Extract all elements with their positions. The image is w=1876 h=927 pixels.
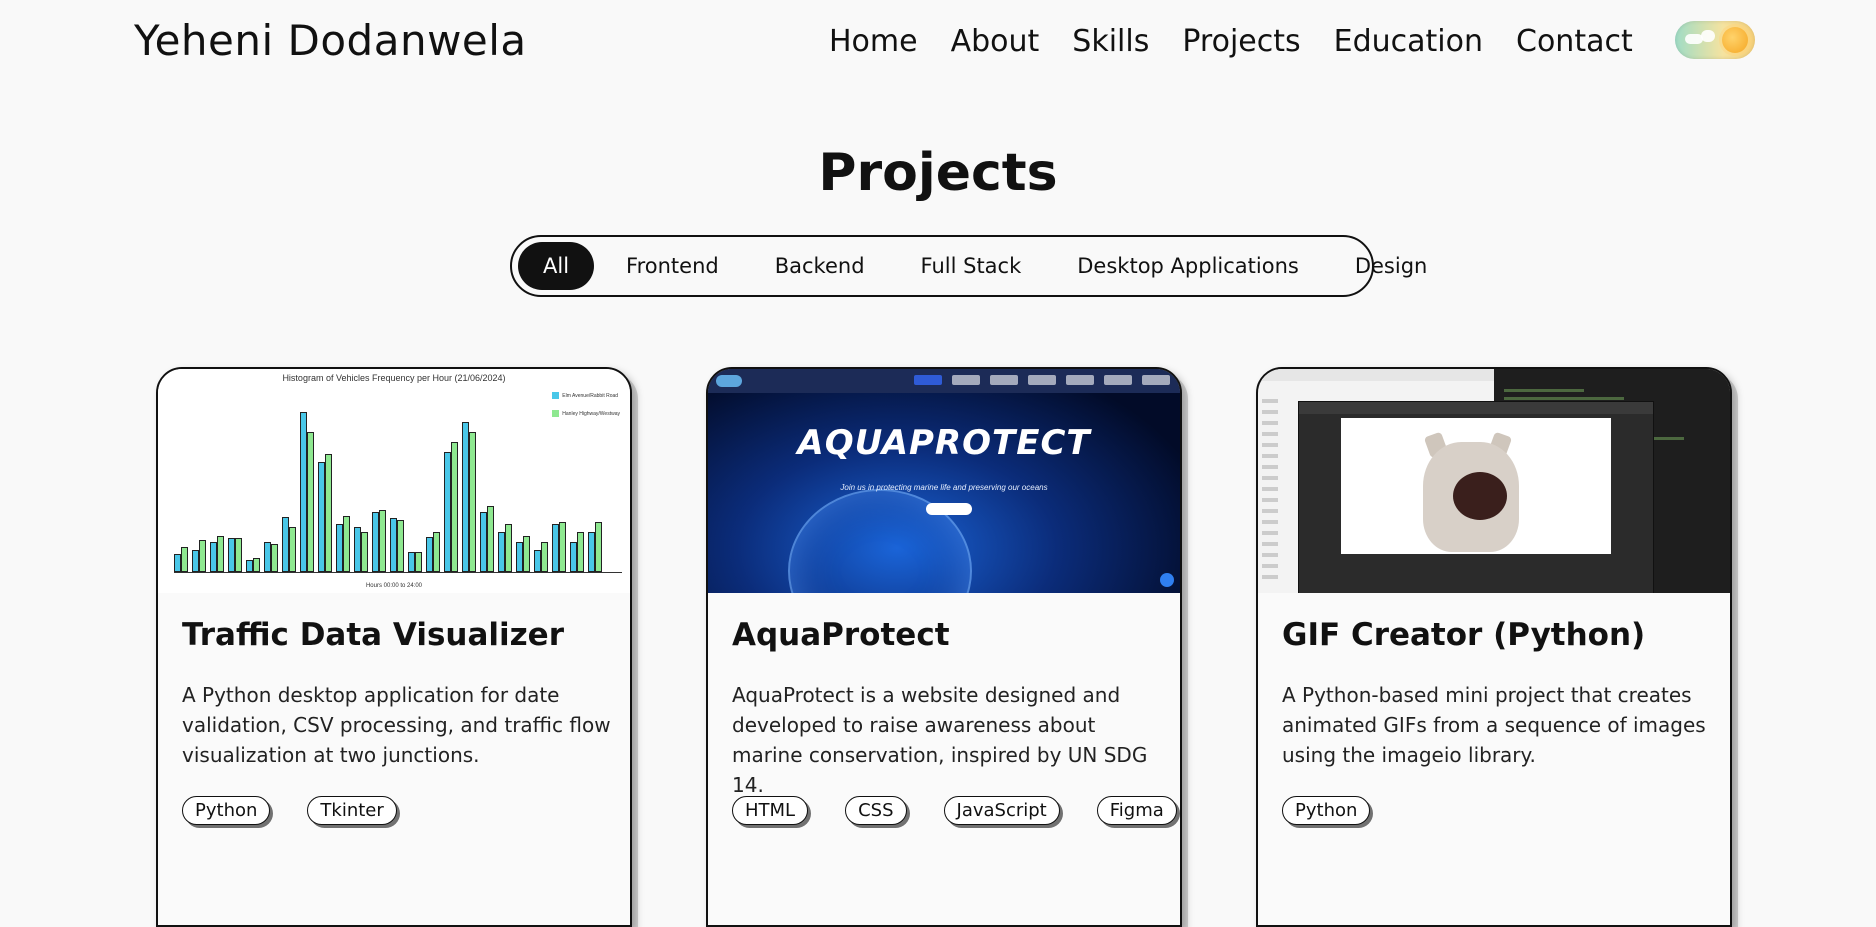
hist-bar	[523, 536, 530, 572]
project-card-gif-creator[interactable]: GIF Creator (Python) A Python-based mini…	[1256, 367, 1732, 927]
filter-full-stack[interactable]: Full Stack	[897, 242, 1046, 290]
card-description: A Python desktop application for date va…	[182, 683, 611, 767]
nav-skills[interactable]: Skills	[1072, 22, 1149, 62]
project-thumbnail: AQUAPROTECT Join us in protecting marine…	[708, 369, 1180, 593]
hist-bar	[588, 532, 595, 572]
card-description: AquaProtect is a website designed and de…	[732, 683, 1148, 797]
hist-bar	[282, 517, 289, 572]
hist-bar	[210, 542, 217, 572]
hist-bar	[426, 537, 433, 572]
hist-bar	[577, 532, 584, 572]
hist-bar	[505, 524, 512, 572]
thumb-chart-title: Histogram of Vehicles Frequency per Hour…	[282, 373, 506, 383]
nav-projects[interactable]: Projects	[1182, 22, 1300, 62]
filter-backend[interactable]: Backend	[751, 242, 889, 290]
hist-bar	[253, 558, 260, 572]
hist-bar	[228, 538, 235, 572]
filter-frontend[interactable]: Frontend	[602, 242, 743, 290]
filter-design[interactable]: Design	[1331, 242, 1452, 290]
thumb-navbar	[708, 369, 1180, 393]
project-thumbnail: Histogram of Vehicles Frequency per Hour…	[158, 369, 630, 593]
hist-bar	[433, 532, 440, 572]
hist-bar	[361, 532, 368, 572]
hist-bar	[354, 527, 361, 572]
hist-bar	[534, 550, 541, 572]
tag: HTML	[732, 796, 809, 825]
thumb-explore-button	[926, 503, 972, 515]
project-card-aquaprotect[interactable]: AQUAPROTECT Join us in protecting marine…	[706, 367, 1182, 927]
nav-about[interactable]: About	[951, 22, 1040, 62]
tag-list: HTML CSS JavaScript Figma	[732, 796, 1177, 825]
filter-all[interactable]: All	[518, 242, 595, 290]
hist-bar	[469, 432, 476, 572]
hist-bar	[595, 522, 602, 572]
arrow-up-icon	[1160, 573, 1174, 587]
card-title: GIF Creator (Python)	[1282, 617, 1646, 653]
tag: Python	[182, 796, 271, 825]
hist-bar	[300, 412, 307, 572]
theme-toggle[interactable]	[1675, 21, 1755, 59]
nav-home[interactable]: Home	[829, 22, 918, 62]
hist-bar	[264, 542, 271, 572]
project-filter-bar: All Frontend Backend Full Stack Desktop …	[510, 235, 1427, 297]
hist-bar	[379, 510, 386, 572]
hist-bar	[498, 532, 505, 572]
tag: CSS	[845, 796, 907, 825]
hist-bar	[516, 542, 523, 572]
nav-education[interactable]: Education	[1334, 22, 1483, 62]
hist-bar	[343, 516, 350, 572]
card-description: A Python-based mini project that creates…	[1282, 683, 1706, 767]
hist-bar	[541, 542, 548, 572]
hist-bar	[408, 552, 415, 572]
thumb-hero-subtitle: Join us in protecting marine life and pr…	[840, 483, 1048, 492]
hist-bar	[318, 462, 325, 572]
hist-bar	[174, 554, 181, 572]
hist-bar	[415, 552, 422, 572]
nav-contact[interactable]: Contact	[1516, 22, 1633, 62]
tag-list: Python	[1282, 796, 1371, 825]
project-card-traffic-visualizer[interactable]: Histogram of Vehicles Frequency per Hour…	[156, 367, 632, 927]
hist-bar	[336, 524, 343, 572]
thumb-x-label: Hours 00:00 to 24:00	[365, 583, 423, 589]
hist-bar	[559, 522, 566, 572]
tag: Tkinter	[307, 796, 397, 825]
sun-icon	[1722, 27, 1748, 53]
hist-bar	[480, 512, 487, 572]
hist-bar	[487, 506, 494, 572]
hist-bar	[570, 542, 577, 572]
hist-bar	[199, 540, 206, 572]
hist-bar	[451, 442, 458, 572]
hist-bar	[397, 520, 404, 572]
card-title: AquaProtect	[732, 617, 950, 653]
hist-bar	[552, 524, 559, 572]
hist-bar	[246, 560, 253, 572]
project-thumbnail	[1258, 369, 1730, 593]
hist-bar	[192, 550, 199, 572]
hist-bar	[289, 527, 296, 572]
hist-bar	[235, 538, 242, 572]
tag-list: Python Tkinter	[182, 796, 397, 825]
card-title: Traffic Data Visualizer	[182, 617, 564, 653]
hist-bar	[390, 518, 397, 572]
hist-bar	[325, 454, 332, 572]
tag: Figma	[1096, 796, 1177, 825]
tag: Python	[1282, 796, 1371, 825]
hist-bar	[372, 512, 379, 572]
cloud-icon	[1701, 30, 1715, 42]
site-brand[interactable]: Yeheni Dodanwela	[134, 16, 527, 65]
hist-bar	[444, 452, 451, 572]
logo-icon	[716, 375, 742, 387]
hist-bar	[217, 536, 224, 572]
thumb-hero-text: AQUAPROTECT	[797, 423, 1091, 463]
main-nav: Home About Skills Projects Education Con…	[829, 22, 1633, 62]
hist-bar	[271, 544, 278, 572]
filter-desktop-applications[interactable]: Desktop Applications	[1053, 242, 1323, 290]
tag: JavaScript	[943, 796, 1060, 825]
thumb-histogram	[174, 392, 622, 573]
section-title: Projects	[818, 143, 1058, 203]
gif-preview-window	[1298, 401, 1654, 593]
hist-bar	[462, 422, 469, 572]
hist-bar	[307, 432, 314, 572]
hist-bar	[181, 547, 188, 572]
